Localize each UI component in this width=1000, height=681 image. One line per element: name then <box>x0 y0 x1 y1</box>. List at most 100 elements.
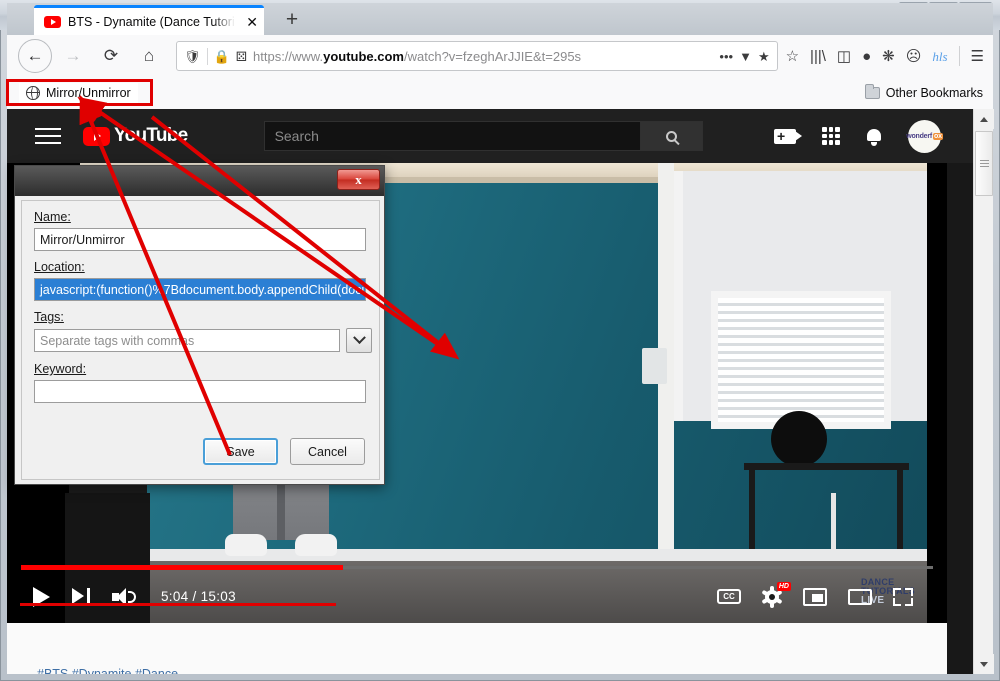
screenshot-root: x BTS - Dynamite (Dance Tutoria ✕ + ← → … <box>0 0 1000 681</box>
location-field[interactable]: javascript:(function()%7Bdocument.body.a… <box>34 278 366 301</box>
pocket-icon[interactable]: ▼ <box>739 50 752 63</box>
annotation-highlight-box <box>6 79 153 106</box>
navigation-toolbar: ← → ⟳ ⌂ 🛡 🔒 ⚄ https://www.youtube.com/wa… <box>7 35 993 77</box>
keyword-field-label: Keyword: <box>34 362 379 376</box>
hls-downloader-icon[interactable]: hls <box>932 50 947 63</box>
shield-icon[interactable]: 🛡 <box>184 50 201 63</box>
screenshot-icon[interactable]: ☆ <box>786 49 799 64</box>
page-actions-icon[interactable]: ••• <box>719 50 733 63</box>
dialog-buttons: Save Cancel <box>203 438 365 465</box>
tags-field-label: Tags: <box>34 310 379 324</box>
new-tab-button[interactable]: + <box>279 9 305 33</box>
url-prefix: https://www. <box>253 48 324 64</box>
url-path: /watch?v=fzeghArJJIE&t=295s <box>404 48 582 64</box>
dialog-titlebar <box>15 166 384 196</box>
player-controls: 5:04 / 15:03 CC HD <box>7 570 947 623</box>
other-bookmarks-button[interactable]: Other Bookmarks <box>864 84 983 100</box>
scroll-up-button[interactable] <box>974 109 994 129</box>
search-button[interactable] <box>640 121 703 151</box>
keyword-field[interactable] <box>34 380 366 403</box>
lock-icon[interactable]: 🔒 <box>214 50 230 63</box>
tab-strip: BTS - Dynamite (Dance Tutoria ✕ + <box>7 3 993 35</box>
address-bar[interactable]: 🛡 🔒 ⚄ https://www.youtube.com/watch?v=fz… <box>176 41 778 71</box>
tags-field[interactable]: Separate tags with commas <box>34 329 340 352</box>
captions-button[interactable]: CC <box>717 589 741 604</box>
search-input[interactable]: Search <box>263 121 641 151</box>
scroll-down-button[interactable] <box>974 654 994 674</box>
person-shoe <box>295 534 337 556</box>
account-icon[interactable]: ☹ <box>906 49 922 64</box>
dialog-body: Name: Mirror/Unmirror Location: javascri… <box>21 200 380 480</box>
scrollbar-grip <box>979 158 989 169</box>
dialog-close-button[interactable]: x <box>337 169 380 190</box>
url-text: https://www.youtube.com/watch?v=fzeghArJ… <box>253 49 713 64</box>
avatar[interactable]: wonderf ox <box>906 119 943 153</box>
video-hashtags[interactable]: #BTS #Dynamite #Dance <box>37 667 178 674</box>
search-icon <box>665 130 677 142</box>
url-domain: youtube.com <box>323 48 404 64</box>
tags-row: Separate tags with commas <box>22 328 379 353</box>
bookmarks-toolbar: Mirror/Unmirror Other Bookmarks <box>7 77 993 109</box>
apps-grid-icon[interactable] <box>822 127 840 145</box>
name-field-label: Name: <box>34 210 379 224</box>
tags-label-text: Tags: <box>34 310 64 324</box>
close-icon[interactable]: ✕ <box>244 15 258 29</box>
time-display: 5:04 / 15:03 <box>161 589 236 604</box>
video-meta-area: #BTS #Dynamite #Dance <box>7 623 947 674</box>
divider <box>958 46 960 66</box>
notifications-bell-icon[interactable] <box>866 128 882 146</box>
library-icon[interactable]: |||\ <box>810 49 826 64</box>
scrollbar-thumb[interactable] <box>975 131 993 196</box>
youtube-header: YouTube Search wonderfox <box>7 109 993 163</box>
bookmark-dialog: x Name: Mirror/Unmirror Location: javasc… <box>14 165 385 485</box>
youtube-favicon-icon <box>44 15 61 28</box>
youtube-play-icon <box>83 126 110 146</box>
fullscreen-button[interactable] <box>893 587 913 606</box>
reload-button[interactable]: ⟳ <box>94 39 128 73</box>
cancel-button[interactable]: Cancel <box>290 438 365 465</box>
bookmark-star-icon[interactable]: ★ <box>758 50 770 63</box>
menu-icon[interactable]: ☰ <box>971 49 984 64</box>
keyword-label-text: Keyword: <box>34 362 87 376</box>
youtube-logo[interactable]: YouTube <box>83 125 188 147</box>
permissions-icon[interactable]: ⚄ <box>236 50 247 63</box>
hd-badge: HD <box>776 581 791 591</box>
folder-icon <box>864 84 880 99</box>
extension-icon[interactable]: ❋ <box>882 49 895 64</box>
location-field-label: Location: <box>34 260 379 274</box>
youtube-header-actions: wonderfox <box>774 119 993 153</box>
tab-title: BTS - Dynamite (Dance Tutoria <box>68 14 238 29</box>
person-shoe <box>225 534 267 556</box>
sidebar-icon[interactable]: ◫ <box>837 49 851 64</box>
save-button[interactable]: Save <box>203 438 278 465</box>
name-label-text: Name: <box>34 210 71 224</box>
other-bookmarks-label: Other Bookmarks <box>885 86 983 100</box>
guide-menu-button[interactable] <box>35 123 61 149</box>
avatar-accent: ox <box>933 132 943 140</box>
miniplayer-button[interactable] <box>803 587 827 606</box>
tags-dropdown-button[interactable] <box>346 328 372 353</box>
forward-button[interactable]: → <box>56 39 90 73</box>
name-field[interactable]: Mirror/Unmirror <box>34 228 366 251</box>
player-controls-right: CC HD <box>717 581 947 608</box>
toolbar-icons: ☆ |||\ ◫ ● ❋ ☹ hls ☰ <box>786 46 993 66</box>
avatar-text: wonderf <box>906 132 933 140</box>
video-speaker <box>771 411 827 467</box>
youtube-logo-text: YouTube <box>114 125 188 146</box>
video-blinds <box>718 298 884 422</box>
video-table-top <box>744 463 909 470</box>
home-button[interactable]: ⌂ <box>132 39 166 73</box>
video-light-switch <box>642 348 667 384</box>
annotation-underline <box>20 603 336 606</box>
video-window <box>711 291 891 429</box>
location-label-text: Location: <box>34 260 85 274</box>
settings-gear-button[interactable]: HD <box>761 581 791 608</box>
page-scrollbar[interactable] <box>973 109 994 674</box>
create-video-icon[interactable] <box>774 126 802 146</box>
back-button[interactable]: ← <box>18 39 52 73</box>
browser-tab[interactable]: BTS - Dynamite (Dance Tutoria ✕ <box>34 5 264 35</box>
divider <box>206 47 208 65</box>
search-area: Search <box>263 121 703 151</box>
containers-icon[interactable]: ● <box>862 49 871 64</box>
theater-mode-button[interactable] <box>848 588 872 605</box>
